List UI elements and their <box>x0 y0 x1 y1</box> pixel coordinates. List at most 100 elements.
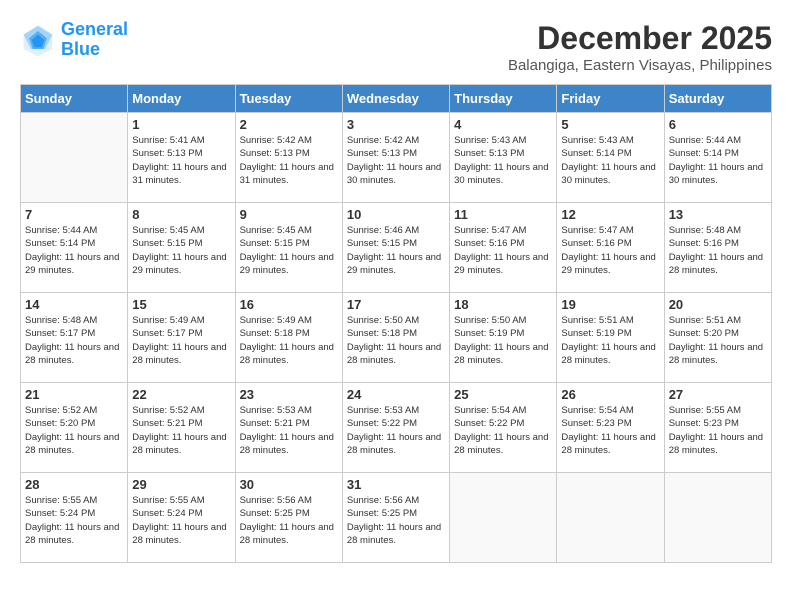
day-number: 31 <box>347 477 445 492</box>
calendar-day: 12 Sunrise: 5:47 AMSunset: 5:16 PMDaylig… <box>557 203 664 293</box>
day-info: Sunrise: 5:44 AMSunset: 5:14 PMDaylight:… <box>25 224 123 277</box>
calendar-day: 9 Sunrise: 5:45 AMSunset: 5:15 PMDayligh… <box>235 203 342 293</box>
page-header: General Blue December 2025 Balangiga, Ea… <box>20 20 772 74</box>
day-info: Sunrise: 5:42 AMSunset: 5:13 PMDaylight:… <box>240 134 338 187</box>
day-info: Sunrise: 5:51 AMSunset: 5:20 PMDaylight:… <box>669 314 767 367</box>
calendar-day: 14 Sunrise: 5:48 AMSunset: 5:17 PMDaylig… <box>21 293 128 383</box>
calendar-day: 11 Sunrise: 5:47 AMSunset: 5:16 PMDaylig… <box>450 203 557 293</box>
day-number: 25 <box>454 387 552 402</box>
day-info: Sunrise: 5:48 AMSunset: 5:16 PMDaylight:… <box>669 224 767 277</box>
calendar-day <box>557 473 664 563</box>
day-number: 17 <box>347 297 445 312</box>
day-number: 11 <box>454 207 552 222</box>
calendar-day: 4 Sunrise: 5:43 AMSunset: 5:13 PMDayligh… <box>450 113 557 203</box>
calendar-header-row: SundayMondayTuesdayWednesdayThursdayFrid… <box>21 85 772 113</box>
day-info: Sunrise: 5:56 AMSunset: 5:25 PMDaylight:… <box>347 494 445 547</box>
day-info: Sunrise: 5:45 AMSunset: 5:15 PMDaylight:… <box>240 224 338 277</box>
header-friday: Friday <box>557 85 664 113</box>
day-info: Sunrise: 5:49 AMSunset: 5:17 PMDaylight:… <box>132 314 230 367</box>
day-number: 10 <box>347 207 445 222</box>
day-number: 3 <box>347 117 445 132</box>
day-number: 19 <box>561 297 659 312</box>
calendar-week-2: 7 Sunrise: 5:44 AMSunset: 5:14 PMDayligh… <box>21 203 772 293</box>
calendar-day: 5 Sunrise: 5:43 AMSunset: 5:14 PMDayligh… <box>557 113 664 203</box>
day-number: 29 <box>132 477 230 492</box>
calendar-day <box>664 473 771 563</box>
calendar-day: 26 Sunrise: 5:54 AMSunset: 5:23 PMDaylig… <box>557 383 664 473</box>
header-saturday: Saturday <box>664 85 771 113</box>
calendar-day: 7 Sunrise: 5:44 AMSunset: 5:14 PMDayligh… <box>21 203 128 293</box>
logo-icon <box>20 22 56 58</box>
calendar-day: 16 Sunrise: 5:49 AMSunset: 5:18 PMDaylig… <box>235 293 342 383</box>
calendar-day: 3 Sunrise: 5:42 AMSunset: 5:13 PMDayligh… <box>342 113 449 203</box>
day-number: 4 <box>454 117 552 132</box>
day-info: Sunrise: 5:55 AMSunset: 5:24 PMDaylight:… <box>25 494 123 547</box>
day-info: Sunrise: 5:49 AMSunset: 5:18 PMDaylight:… <box>240 314 338 367</box>
calendar-day: 15 Sunrise: 5:49 AMSunset: 5:17 PMDaylig… <box>128 293 235 383</box>
calendar-day: 17 Sunrise: 5:50 AMSunset: 5:18 PMDaylig… <box>342 293 449 383</box>
calendar-week-4: 21 Sunrise: 5:52 AMSunset: 5:20 PMDaylig… <box>21 383 772 473</box>
day-number: 20 <box>669 297 767 312</box>
day-number: 7 <box>25 207 123 222</box>
calendar-day: 22 Sunrise: 5:52 AMSunset: 5:21 PMDaylig… <box>128 383 235 473</box>
day-info: Sunrise: 5:48 AMSunset: 5:17 PMDaylight:… <box>25 314 123 367</box>
day-number: 22 <box>132 387 230 402</box>
day-number: 2 <box>240 117 338 132</box>
day-info: Sunrise: 5:52 AMSunset: 5:21 PMDaylight:… <box>132 404 230 457</box>
day-number: 23 <box>240 387 338 402</box>
day-info: Sunrise: 5:54 AMSunset: 5:22 PMDaylight:… <box>454 404 552 457</box>
calendar-day: 20 Sunrise: 5:51 AMSunset: 5:20 PMDaylig… <box>664 293 771 383</box>
calendar-day <box>450 473 557 563</box>
calendar-week-1: 1 Sunrise: 5:41 AMSunset: 5:13 PMDayligh… <box>21 113 772 203</box>
calendar-week-5: 28 Sunrise: 5:55 AMSunset: 5:24 PMDaylig… <box>21 473 772 563</box>
day-number: 5 <box>561 117 659 132</box>
calendar-day: 19 Sunrise: 5:51 AMSunset: 5:19 PMDaylig… <box>557 293 664 383</box>
calendar-table: SundayMondayTuesdayWednesdayThursdayFrid… <box>20 84 772 563</box>
day-number: 1 <box>132 117 230 132</box>
calendar-day: 30 Sunrise: 5:56 AMSunset: 5:25 PMDaylig… <box>235 473 342 563</box>
day-info: Sunrise: 5:47 AMSunset: 5:16 PMDaylight:… <box>454 224 552 277</box>
day-info: Sunrise: 5:50 AMSunset: 5:19 PMDaylight:… <box>454 314 552 367</box>
day-info: Sunrise: 5:45 AMSunset: 5:15 PMDaylight:… <box>132 224 230 277</box>
calendar-day: 27 Sunrise: 5:55 AMSunset: 5:23 PMDaylig… <box>664 383 771 473</box>
day-info: Sunrise: 5:46 AMSunset: 5:15 PMDaylight:… <box>347 224 445 277</box>
calendar-day: 21 Sunrise: 5:52 AMSunset: 5:20 PMDaylig… <box>21 383 128 473</box>
location-subtitle: Balangiga, Eastern Visayas, Philippines <box>508 57 772 74</box>
calendar-day <box>21 113 128 203</box>
header-wednesday: Wednesday <box>342 85 449 113</box>
day-info: Sunrise: 5:44 AMSunset: 5:14 PMDaylight:… <box>669 134 767 187</box>
day-number: 13 <box>669 207 767 222</box>
day-info: Sunrise: 5:53 AMSunset: 5:22 PMDaylight:… <box>347 404 445 457</box>
day-number: 8 <box>132 207 230 222</box>
logo-text: General Blue <box>61 20 128 60</box>
day-number: 6 <box>669 117 767 132</box>
day-number: 18 <box>454 297 552 312</box>
header-monday: Monday <box>128 85 235 113</box>
day-number: 16 <box>240 297 338 312</box>
day-number: 12 <box>561 207 659 222</box>
day-number: 26 <box>561 387 659 402</box>
day-number: 15 <box>132 297 230 312</box>
title-block: December 2025 Balangiga, Eastern Visayas… <box>508 20 772 74</box>
day-info: Sunrise: 5:52 AMSunset: 5:20 PMDaylight:… <box>25 404 123 457</box>
header-thursday: Thursday <box>450 85 557 113</box>
calendar-day: 31 Sunrise: 5:56 AMSunset: 5:25 PMDaylig… <box>342 473 449 563</box>
calendar-day: 25 Sunrise: 5:54 AMSunset: 5:22 PMDaylig… <box>450 383 557 473</box>
day-info: Sunrise: 5:56 AMSunset: 5:25 PMDaylight:… <box>240 494 338 547</box>
day-number: 21 <box>25 387 123 402</box>
calendar-day: 24 Sunrise: 5:53 AMSunset: 5:22 PMDaylig… <box>342 383 449 473</box>
day-number: 28 <box>25 477 123 492</box>
day-number: 27 <box>669 387 767 402</box>
day-number: 30 <box>240 477 338 492</box>
day-info: Sunrise: 5:47 AMSunset: 5:16 PMDaylight:… <box>561 224 659 277</box>
day-info: Sunrise: 5:54 AMSunset: 5:23 PMDaylight:… <box>561 404 659 457</box>
month-title: December 2025 <box>508 20 772 57</box>
day-number: 14 <box>25 297 123 312</box>
logo-line1: General <box>61 19 128 39</box>
day-info: Sunrise: 5:53 AMSunset: 5:21 PMDaylight:… <box>240 404 338 457</box>
day-info: Sunrise: 5:51 AMSunset: 5:19 PMDaylight:… <box>561 314 659 367</box>
day-info: Sunrise: 5:55 AMSunset: 5:23 PMDaylight:… <box>669 404 767 457</box>
calendar-day: 2 Sunrise: 5:42 AMSunset: 5:13 PMDayligh… <box>235 113 342 203</box>
day-info: Sunrise: 5:42 AMSunset: 5:13 PMDaylight:… <box>347 134 445 187</box>
header-sunday: Sunday <box>21 85 128 113</box>
